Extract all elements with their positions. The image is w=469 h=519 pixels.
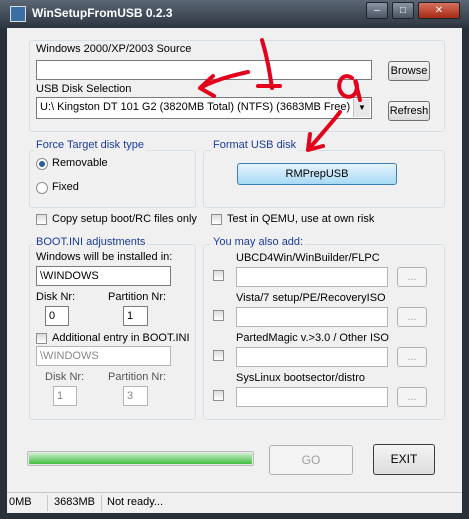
exit-button[interactable]: EXIT — [373, 444, 435, 475]
source-path-input[interactable] — [36, 60, 372, 80]
removable-radio[interactable] — [36, 158, 48, 170]
disk-nr-2-input[interactable]: 1 — [53, 386, 77, 406]
status-free-size: 3683MB — [54, 496, 95, 508]
chevron-down-icon[interactable]: ▼ — [353, 99, 370, 117]
disk-nr-input[interactable]: 0 — [45, 306, 69, 326]
progress-fill — [29, 453, 252, 464]
rmprepusb-button[interactable]: RMPrepUSB — [237, 163, 397, 185]
fixed-radio[interactable] — [36, 182, 48, 194]
usb-disk-select[interactable]: U:\ Kingston DT 101 G2 (3820MB Total) (N… — [36, 97, 372, 119]
additional-entry-label: Additional entry in BOOT.INI — [52, 332, 190, 344]
window-title: WinSetupFromUSB 0.2.3 — [32, 6, 173, 20]
syslinux-checkbox[interactable] — [213, 390, 224, 401]
partedmagic-browse-button[interactable]: ... — [397, 347, 427, 367]
copy-setup-checkbox[interactable] — [36, 214, 47, 225]
partedmagic-checkbox[interactable] — [213, 350, 224, 361]
progress-bar — [27, 451, 254, 466]
vista-label: Vista/7 setup/PE/RecoveryISO — [236, 292, 386, 304]
close-button[interactable]: ✕ — [418, 2, 460, 19]
partition-nr-2-input[interactable]: 3 — [123, 386, 148, 406]
syslinux-label: SysLinux bootsector/distro — [236, 372, 366, 384]
usb-label: USB Disk Selection — [36, 83, 132, 95]
partition-nr-input[interactable]: 1 — [123, 306, 148, 326]
minimize-button[interactable]: – — [366, 2, 388, 19]
source-label: Windows 2000/XP/2003 Source — [36, 43, 192, 55]
partedmagic-path-input[interactable] — [236, 347, 388, 367]
bootini-legend: BOOT.INI adjustments — [34, 236, 148, 248]
vista-browse-button[interactable]: ... — [397, 307, 427, 327]
app-icon — [10, 6, 26, 22]
force-target-legend: Force Target disk type — [34, 139, 147, 151]
status-message: Not ready... — [107, 496, 164, 508]
refresh-button[interactable]: Refresh — [388, 101, 430, 121]
vista-checkbox[interactable] — [213, 310, 224, 321]
ubcd-checkbox[interactable] — [213, 270, 224, 281]
partition-nr-label: Partition Nr: — [108, 291, 167, 303]
radio-selected-dot — [39, 161, 45, 167]
installed-in-label: Windows will be installed in: — [36, 251, 173, 263]
title-bar[interactable]: WinSetupFromUSB 0.2.3 – □ ✕ — [0, 0, 469, 28]
vista-path-input[interactable] — [236, 307, 388, 327]
go-button[interactable]: GO — [269, 445, 353, 475]
partedmagic-label: PartedMagic v.>3.0 / Other ISO — [236, 332, 389, 344]
installed-in-input[interactable]: \WINDOWS — [36, 266, 171, 286]
syslinux-path-input[interactable] — [236, 387, 388, 407]
app-window: WinSetupFromUSB 0.2.3 – □ ✕ Windows 2000… — [0, 0, 469, 519]
partition-nr-2-label: Partition Nr: — [108, 371, 167, 383]
status-separator — [101, 495, 102, 511]
maximize-button[interactable]: □ — [392, 2, 414, 19]
main-dialog: Windows 2000/XP/2003 Source Browse USB D… — [7, 28, 462, 513]
additional-entry-checkbox[interactable] — [36, 333, 47, 344]
removable-label: Removable — [52, 157, 108, 169]
fixed-label: Fixed — [52, 181, 79, 193]
test-qemu-checkbox[interactable] — [211, 214, 222, 225]
status-used-size: 0MB — [9, 496, 32, 508]
status-bar: 0MB 3683MB Not ready... — [7, 492, 462, 513]
additional-entry-input[interactable]: \WINDOWS — [36, 346, 171, 366]
usb-disk-value: U:\ Kingston DT 101 G2 (3820MB Total) (N… — [40, 101, 351, 113]
copy-setup-label: Copy setup boot/RC files only — [52, 213, 197, 225]
syslinux-browse-button[interactable]: ... — [397, 387, 427, 407]
format-usb-legend: Format USB disk — [211, 139, 299, 151]
test-qemu-label: Test in QEMU, use at own risk — [227, 213, 375, 225]
disk-nr-2-label: Disk Nr: — [45, 371, 85, 383]
ubcd-label: UBCD4Win/WinBuilder/FLPC — [236, 252, 380, 264]
also-add-legend: You may also add: — [211, 236, 306, 248]
status-separator — [47, 495, 48, 511]
browse-button[interactable]: Browse — [388, 61, 430, 81]
disk-nr-label: Disk Nr: — [36, 291, 76, 303]
ubcd-path-input[interactable] — [236, 267, 388, 287]
ubcd-browse-button[interactable]: ... — [397, 267, 427, 287]
